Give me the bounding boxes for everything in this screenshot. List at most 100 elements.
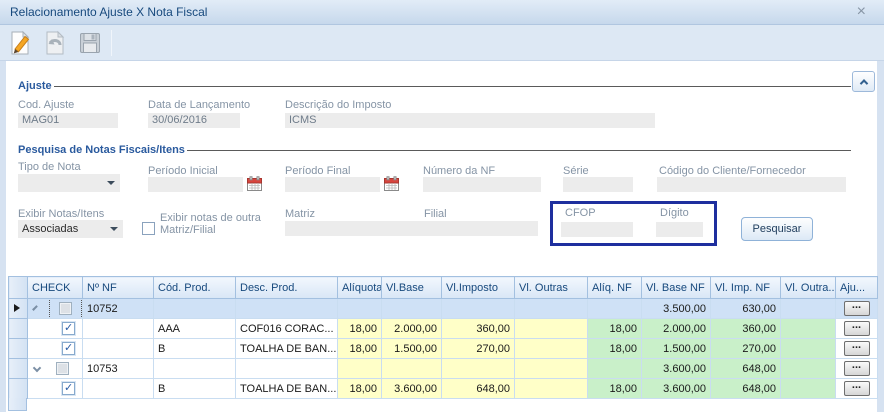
group-checkbox[interactable]	[59, 302, 72, 315]
digito-field[interactable]	[656, 222, 703, 237]
check-cell	[28, 299, 83, 319]
grid-row-item-b1[interactable]: B TOALHA DE BAN... 18,00 1.500,00 270,00…	[9, 339, 878, 359]
close-icon[interactable]: ×	[857, 3, 866, 21]
column-header-aliquota[interactable]: Alíquota	[338, 277, 382, 299]
pesquisar-button[interactable]: Pesquisar	[741, 217, 813, 241]
tipo-de-nota-select[interactable]	[18, 174, 120, 192]
cod-ajuste-label: Cod. Ajuste	[18, 99, 74, 111]
nf-cell: 10752	[83, 299, 154, 319]
row-selector-cell[interactable]	[9, 339, 28, 359]
collapse-group-chevron-icon[interactable]	[33, 363, 41, 371]
digito-label: Dígito	[660, 207, 689, 219]
codigo-cliente-field[interactable]	[657, 177, 846, 192]
aju-cell: ...	[836, 319, 878, 339]
column-header-vl-base[interactable]: Vl.Base	[382, 277, 442, 299]
ajuste-ellipsis-button[interactable]: ...	[844, 321, 870, 336]
row-selector-cell[interactable]	[9, 299, 28, 319]
collapse-group-chevron-icon[interactable]	[32, 305, 38, 311]
checkbox-focus-outline	[50, 299, 81, 318]
grid-row-item-aaa[interactable]: AAA COF016 CORAC... 18,00 2.000,00 360,0…	[9, 319, 878, 339]
aliquota-cell	[338, 299, 382, 319]
aliq-nf-cell	[588, 299, 642, 319]
desc-prod-cell	[236, 299, 338, 319]
descricao-imposto-field[interactable]: ICMS	[285, 113, 655, 128]
vl-base-cell: 2.000,00	[382, 319, 442, 339]
vl-outra-nf-cell	[781, 359, 836, 379]
cod-prod-cell: B	[154, 379, 236, 399]
ajuste-ellipsis-button[interactable]: ...	[844, 381, 870, 396]
vl-outras-cell	[515, 379, 588, 399]
exibir-notas-select[interactable]: Associadas	[18, 220, 123, 238]
vl-imp-nf-cell: 648,00	[711, 359, 781, 379]
serie-field[interactable]	[563, 177, 633, 192]
periodo-inicial-field[interactable]	[148, 177, 243, 192]
nf-cell	[83, 339, 154, 359]
section-rule	[187, 150, 851, 151]
filial-field[interactable]	[421, 221, 538, 236]
undo-icon[interactable]	[40, 29, 70, 57]
item-checkbox[interactable]	[62, 342, 75, 355]
edit-icon[interactable]	[5, 29, 35, 57]
ajuste-ellipsis-button[interactable]: ...	[844, 301, 870, 316]
numero-nf-field[interactable]	[423, 177, 541, 192]
calendar-icon[interactable]	[247, 176, 262, 191]
desc-prod-cell	[236, 359, 338, 379]
outra-matriz-checkbox-label: Exibir notas de outra Matriz/Filial	[160, 212, 276, 236]
row-selector-cell[interactable]	[9, 359, 28, 379]
pesquisa-section-header: Pesquisa de Notas Fiscais/Itens	[18, 144, 851, 156]
periodo-final-field[interactable]	[285, 177, 380, 192]
column-header-vl-outra-nf[interactable]: Vl. Outra...	[781, 277, 836, 299]
periodo-final-label: Período Final	[285, 165, 350, 177]
vl-base-nf-cell: 1.500,00	[642, 339, 711, 359]
column-header-vl-base-nf[interactable]: Vl. Base NF	[642, 277, 711, 299]
vl-outras-cell	[515, 319, 588, 339]
aliquota-cell: 18,00	[338, 379, 382, 399]
column-header-vl-imp-nf[interactable]: Vl. Imp. NF	[711, 277, 781, 299]
vl-imposto-cell: 648,00	[442, 379, 515, 399]
outra-matriz-checkbox[interactable]	[142, 222, 155, 235]
cfop-field[interactable]	[561, 222, 633, 237]
row-selector-cell[interactable]	[9, 379, 28, 399]
grid-row-group-10752[interactable]: 10752 3.500,00 630,00 ...	[9, 299, 878, 319]
current-row-arrow-icon	[14, 304, 20, 312]
column-header-nf[interactable]: Nº NF	[83, 277, 154, 299]
calendar-icon[interactable]	[384, 176, 399, 191]
check-cell	[28, 319, 83, 339]
cod-prod-cell	[154, 299, 236, 319]
ajuste-ellipsis-button[interactable]: ...	[844, 361, 870, 376]
row-selector-cell[interactable]	[9, 319, 28, 339]
item-checkbox[interactable]	[62, 382, 75, 395]
vl-imposto-cell: 270,00	[442, 339, 515, 359]
column-header-check[interactable]: CHECK	[28, 277, 83, 299]
pesquisar-button-label: Pesquisar	[753, 223, 802, 235]
grid-row-group-10753[interactable]: 10753 3.600,00 648,00 ...	[9, 359, 878, 379]
cod-prod-cell: AAA	[154, 319, 236, 339]
aliq-nf-cell: 18,00	[588, 319, 642, 339]
collapse-panel-button[interactable]	[852, 71, 875, 92]
desc-prod-cell: TOALHA DE BAN...	[236, 339, 338, 359]
vl-outras-cell	[515, 339, 588, 359]
desc-prod-cell: TOALHA DE BAN...	[236, 379, 338, 399]
window-title: Relacionamento Ajuste X Nota Fiscal	[0, 5, 207, 19]
column-header-desc-prod[interactable]: Desc. Prod.	[236, 277, 338, 299]
vl-imp-nf-cell: 630,00	[711, 299, 781, 319]
column-header-aliq-nf[interactable]: Alíq. NF	[588, 277, 642, 299]
save-icon[interactable]	[75, 29, 105, 57]
data-lancamento-field[interactable]: 30/06/2016	[148, 113, 240, 128]
grid-row-item-b2[interactable]: B TOALHA DE BAN... 18,00 3.600,00 648,00…	[9, 379, 878, 399]
column-header-vl-outras[interactable]: Vl. Outras	[515, 277, 588, 299]
serie-label: Série	[563, 165, 589, 177]
numero-nf-label: Número da NF	[423, 165, 495, 177]
column-header-vl-imposto[interactable]: Vl.Imposto	[442, 277, 515, 299]
aju-cell: ...	[836, 339, 878, 359]
vl-imposto-cell: 360,00	[442, 319, 515, 339]
ajuste-ellipsis-button[interactable]: ...	[844, 341, 870, 356]
results-grid: CHECK Nº NF Cód. Prod. Desc. Prod. Alíqu…	[8, 276, 877, 399]
group-checkbox[interactable]	[56, 362, 69, 375]
vl-base-cell: 3.600,00	[382, 379, 442, 399]
matriz-field[interactable]	[285, 221, 426, 236]
cod-ajuste-field[interactable]: MAG01	[18, 113, 118, 128]
column-header-aju[interactable]: Aju...	[836, 277, 878, 299]
column-header-cod-prod[interactable]: Cód. Prod.	[154, 277, 236, 299]
item-checkbox[interactable]	[62, 322, 75, 335]
